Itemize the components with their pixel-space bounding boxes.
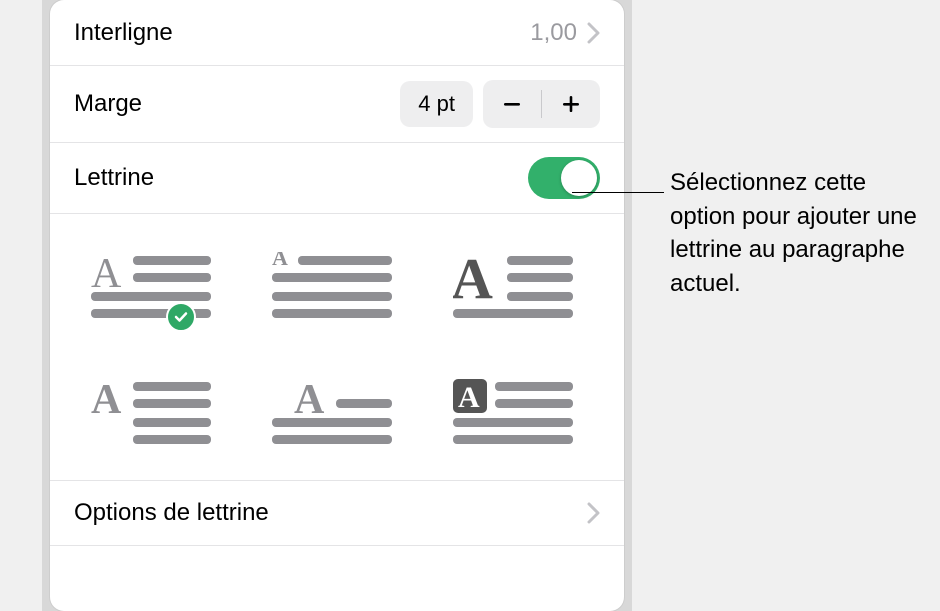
marge-decrement-button[interactable] [483,80,541,128]
lettrine-row: Lettrine [50,143,624,214]
lettrine-options-label: Options de lettrine [74,499,269,527]
lettrine-options-row[interactable]: Options de lettrine [50,481,624,546]
lettrine-label: Lettrine [74,164,154,192]
interligne-value: 1,00 [530,19,577,47]
format-panel-container: Interligne 1,00 Marge 4 pt [42,0,632,611]
chevron-right-icon [587,22,600,44]
selected-check-icon [166,302,196,332]
chevron-right-icon [587,502,600,524]
dropcap-style-full-indent[interactable]: A [91,378,221,450]
marge-increment-button[interactable] [542,80,600,128]
dropcap-style-bold-large[interactable]: A [453,252,583,324]
toggle-knob [561,160,597,196]
marge-label: Marge [74,90,142,118]
svg-text:A: A [91,252,122,297]
svg-text:A: A [458,381,480,414]
interligne-value-group: 1,00 [530,19,600,47]
svg-text:A: A [91,378,122,423]
callout-leader-line [572,192,664,193]
callout-text: Sélectionnez cette option pour ajouter u… [670,166,930,300]
svg-text:A: A [453,252,493,311]
dropcap-style-boxed-inverse[interactable]: A [453,378,583,450]
svg-text:A: A [272,252,288,270]
marge-stepper [483,80,600,128]
marge-value: 4 pt [400,81,473,127]
interligne-label: Interligne [74,19,173,47]
dropcap-style-raised-small[interactable]: A [272,252,402,324]
interligne-row[interactable]: Interligne 1,00 [50,0,624,66]
lettrine-style-grid: A A [50,214,624,481]
marge-controls: 4 pt [400,80,600,128]
marge-row: Marge 4 pt [50,66,624,143]
dropcap-style-2line-wrap[interactable]: A [91,252,221,324]
dropcap-style-centered[interactable]: A [272,378,402,450]
svg-text:A: A [294,378,325,423]
format-panel: Interligne 1,00 Marge 4 pt [50,0,624,611]
